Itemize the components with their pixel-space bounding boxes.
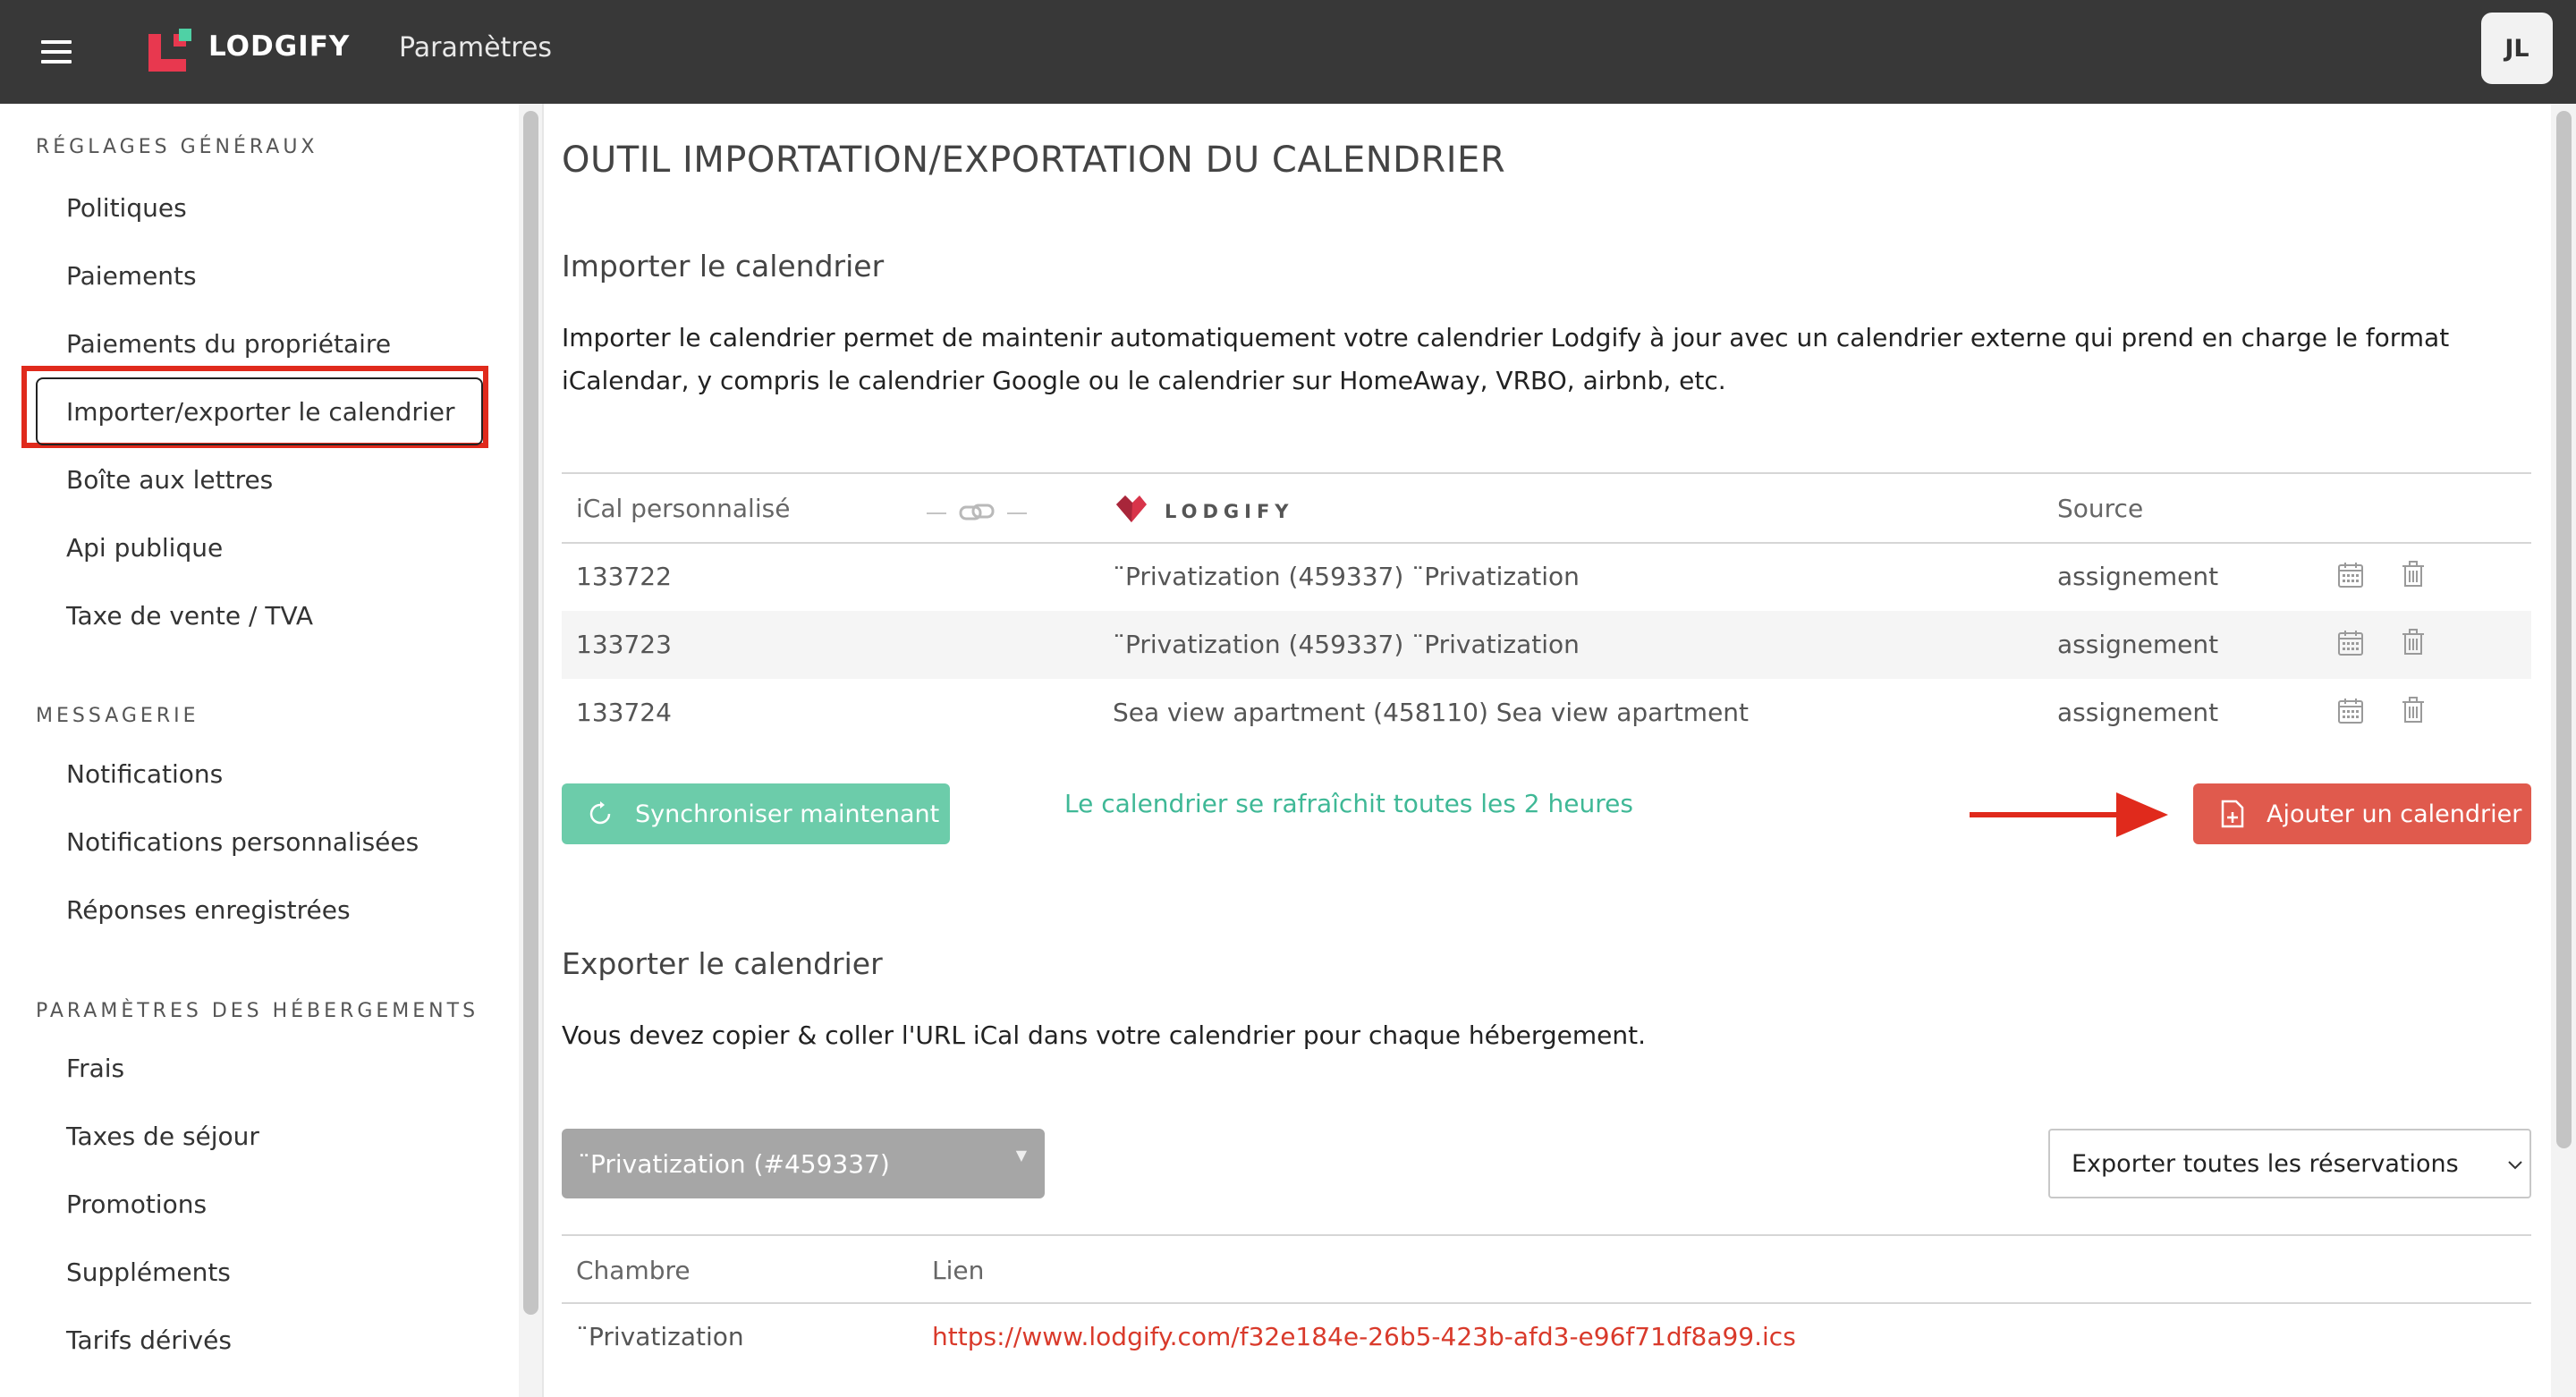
refresh-note: Le calendrier se rafraîchit toutes les 2… [1064,789,1633,818]
trash-icon[interactable] [2399,560,2428,588]
table-header-border [562,542,2531,544]
sidebar-item-taxes-sejour[interactable]: Taxes de séjour [66,1122,259,1151]
import-description-line1: Importer le calendrier permet de mainten… [562,323,2450,352]
sidebar-item-paiements-proprietaire[interactable]: Paiements du propriétaire [66,329,391,359]
sidebar-heading-hebergements: PARAMÈTRES DES HÉBERGEMENTS [36,1000,479,1022]
column-header-link: Lien [932,1256,985,1285]
top-bar: LODGIFY Paramètres JL [0,0,2576,104]
page-section-title: Paramètres [399,32,553,64]
property-select-value: ¨Privatization (#459337) [578,1148,890,1179]
column-header-source: Source [2057,494,2144,523]
import-row-2-property: ¨Privatization (459337) ¨Privatization [1113,630,1580,659]
import-row-1-property: ¨Privatization (459337) ¨Privatization [1113,562,1580,591]
export-row-1-room: ¨Privatization [576,1322,744,1351]
column-header-ical: iCal personnalisé [576,494,791,523]
link-chain-icon [927,504,1027,521]
annotation-arrow-icon [1970,792,2168,837]
sidebar-item-taxe-tva[interactable]: Taxe de vente / TVA [66,601,313,631]
lodgify-logo-icon[interactable] [148,29,193,72]
dropdown-arrow-icon: ▼ [1015,1147,1027,1164]
column-header-room: Chambre [576,1256,691,1285]
main-scrollbar-thumb[interactable] [2556,111,2572,1148]
trash-icon[interactable] [2399,628,2428,656]
import-row-3-property: Sea view apartment (458110) Sea view apa… [1113,698,1750,727]
sidebar-item-reponses-enregistrees[interactable]: Réponses enregistrées [66,895,351,925]
export-table-header-border [562,1302,2531,1304]
avatar[interactable]: JL [2481,13,2553,84]
sync-now-label: Synchroniser maintenant [635,800,940,828]
import-heading: Importer le calendrier [562,249,885,284]
import-description-line2: iCalendar, y compris le calendrier Googl… [562,366,1726,395]
export-row-1-ical-link[interactable]: https://www.lodgify.com/f32e184e-26b5-42… [932,1322,1796,1351]
sidebar-heading-messagerie: MESSAGERIE [36,705,199,727]
page-title: OUTIL IMPORTATION/EXPORTATION DU CALENDR… [562,140,1506,181]
import-row-3-source: assignement [2057,698,2219,727]
main-content [544,104,2547,1397]
import-row-1-source: assignement [2057,562,2219,591]
sidebar-item-tarifs-derives[interactable]: Tarifs dérivés [66,1325,232,1355]
menu-icon[interactable] [41,40,72,64]
sidebar-heading-general: RÉGLAGES GÉNÉRAUX [36,136,318,158]
export-heading: Exporter le calendrier [562,946,883,981]
trash-icon[interactable] [2399,696,2428,724]
table-top-border [562,472,2531,474]
export-description: Vous devez copier & coller l'URL iCal da… [562,1020,1647,1050]
sidebar-item-notifications-personnalisees[interactable]: Notifications personnalisées [66,827,419,857]
sync-now-button[interactable]: Synchroniser maintenant [562,783,950,844]
brand-name[interactable]: LODGIFY [208,30,350,63]
sidebar-item-promotions[interactable]: Promotions [66,1190,207,1219]
add-document-icon [2221,800,2244,828]
import-row-2-id: 133723 [576,630,672,659]
export-table-top-border [562,1234,2531,1236]
sidebar-item-api-publique[interactable]: Api publique [66,533,223,563]
import-row-2-source: assignement [2057,630,2219,659]
calendar-icon[interactable] [2336,561,2365,589]
sidebar-item-boite-aux-lettres[interactable]: Boîte aux lettres [66,465,273,495]
calendar-icon[interactable] [2336,629,2365,657]
refresh-icon [589,801,611,825]
reservations-select[interactable]: Exporter toutes les réservations [2048,1129,2531,1198]
import-row-1-id: 133722 [576,562,672,591]
reservations-select-value: Exporter toutes les réservations [2072,1149,2459,1178]
chevron-down-icon [2508,1161,2522,1170]
sidebar-item-politiques[interactable]: Politiques [66,193,187,223]
lodgify-diamond-icon [1116,495,1147,522]
sidebar-item-notifications[interactable]: Notifications [66,759,223,789]
column-header-lodgify: LODGIFY [1165,501,1294,522]
sidebar-scrollbar-thumb[interactable] [523,111,538,1315]
add-calendar-label: Ajouter un calendrier [2267,800,2522,828]
property-select[interactable]: ¨Privatization (#459337) ▼ [562,1129,1045,1198]
sidebar-item-import-export-calendar[interactable]: Importer/exporter le calendrier [66,397,454,427]
calendar-icon[interactable] [2336,697,2365,725]
sidebar-item-paiements[interactable]: Paiements [66,261,197,291]
import-row-3-id: 133724 [576,698,672,727]
sidebar-item-frais[interactable]: Frais [66,1054,124,1083]
add-calendar-button[interactable]: Ajouter un calendrier [2193,783,2531,844]
sidebar-item-supplements[interactable]: Suppléments [66,1257,231,1287]
